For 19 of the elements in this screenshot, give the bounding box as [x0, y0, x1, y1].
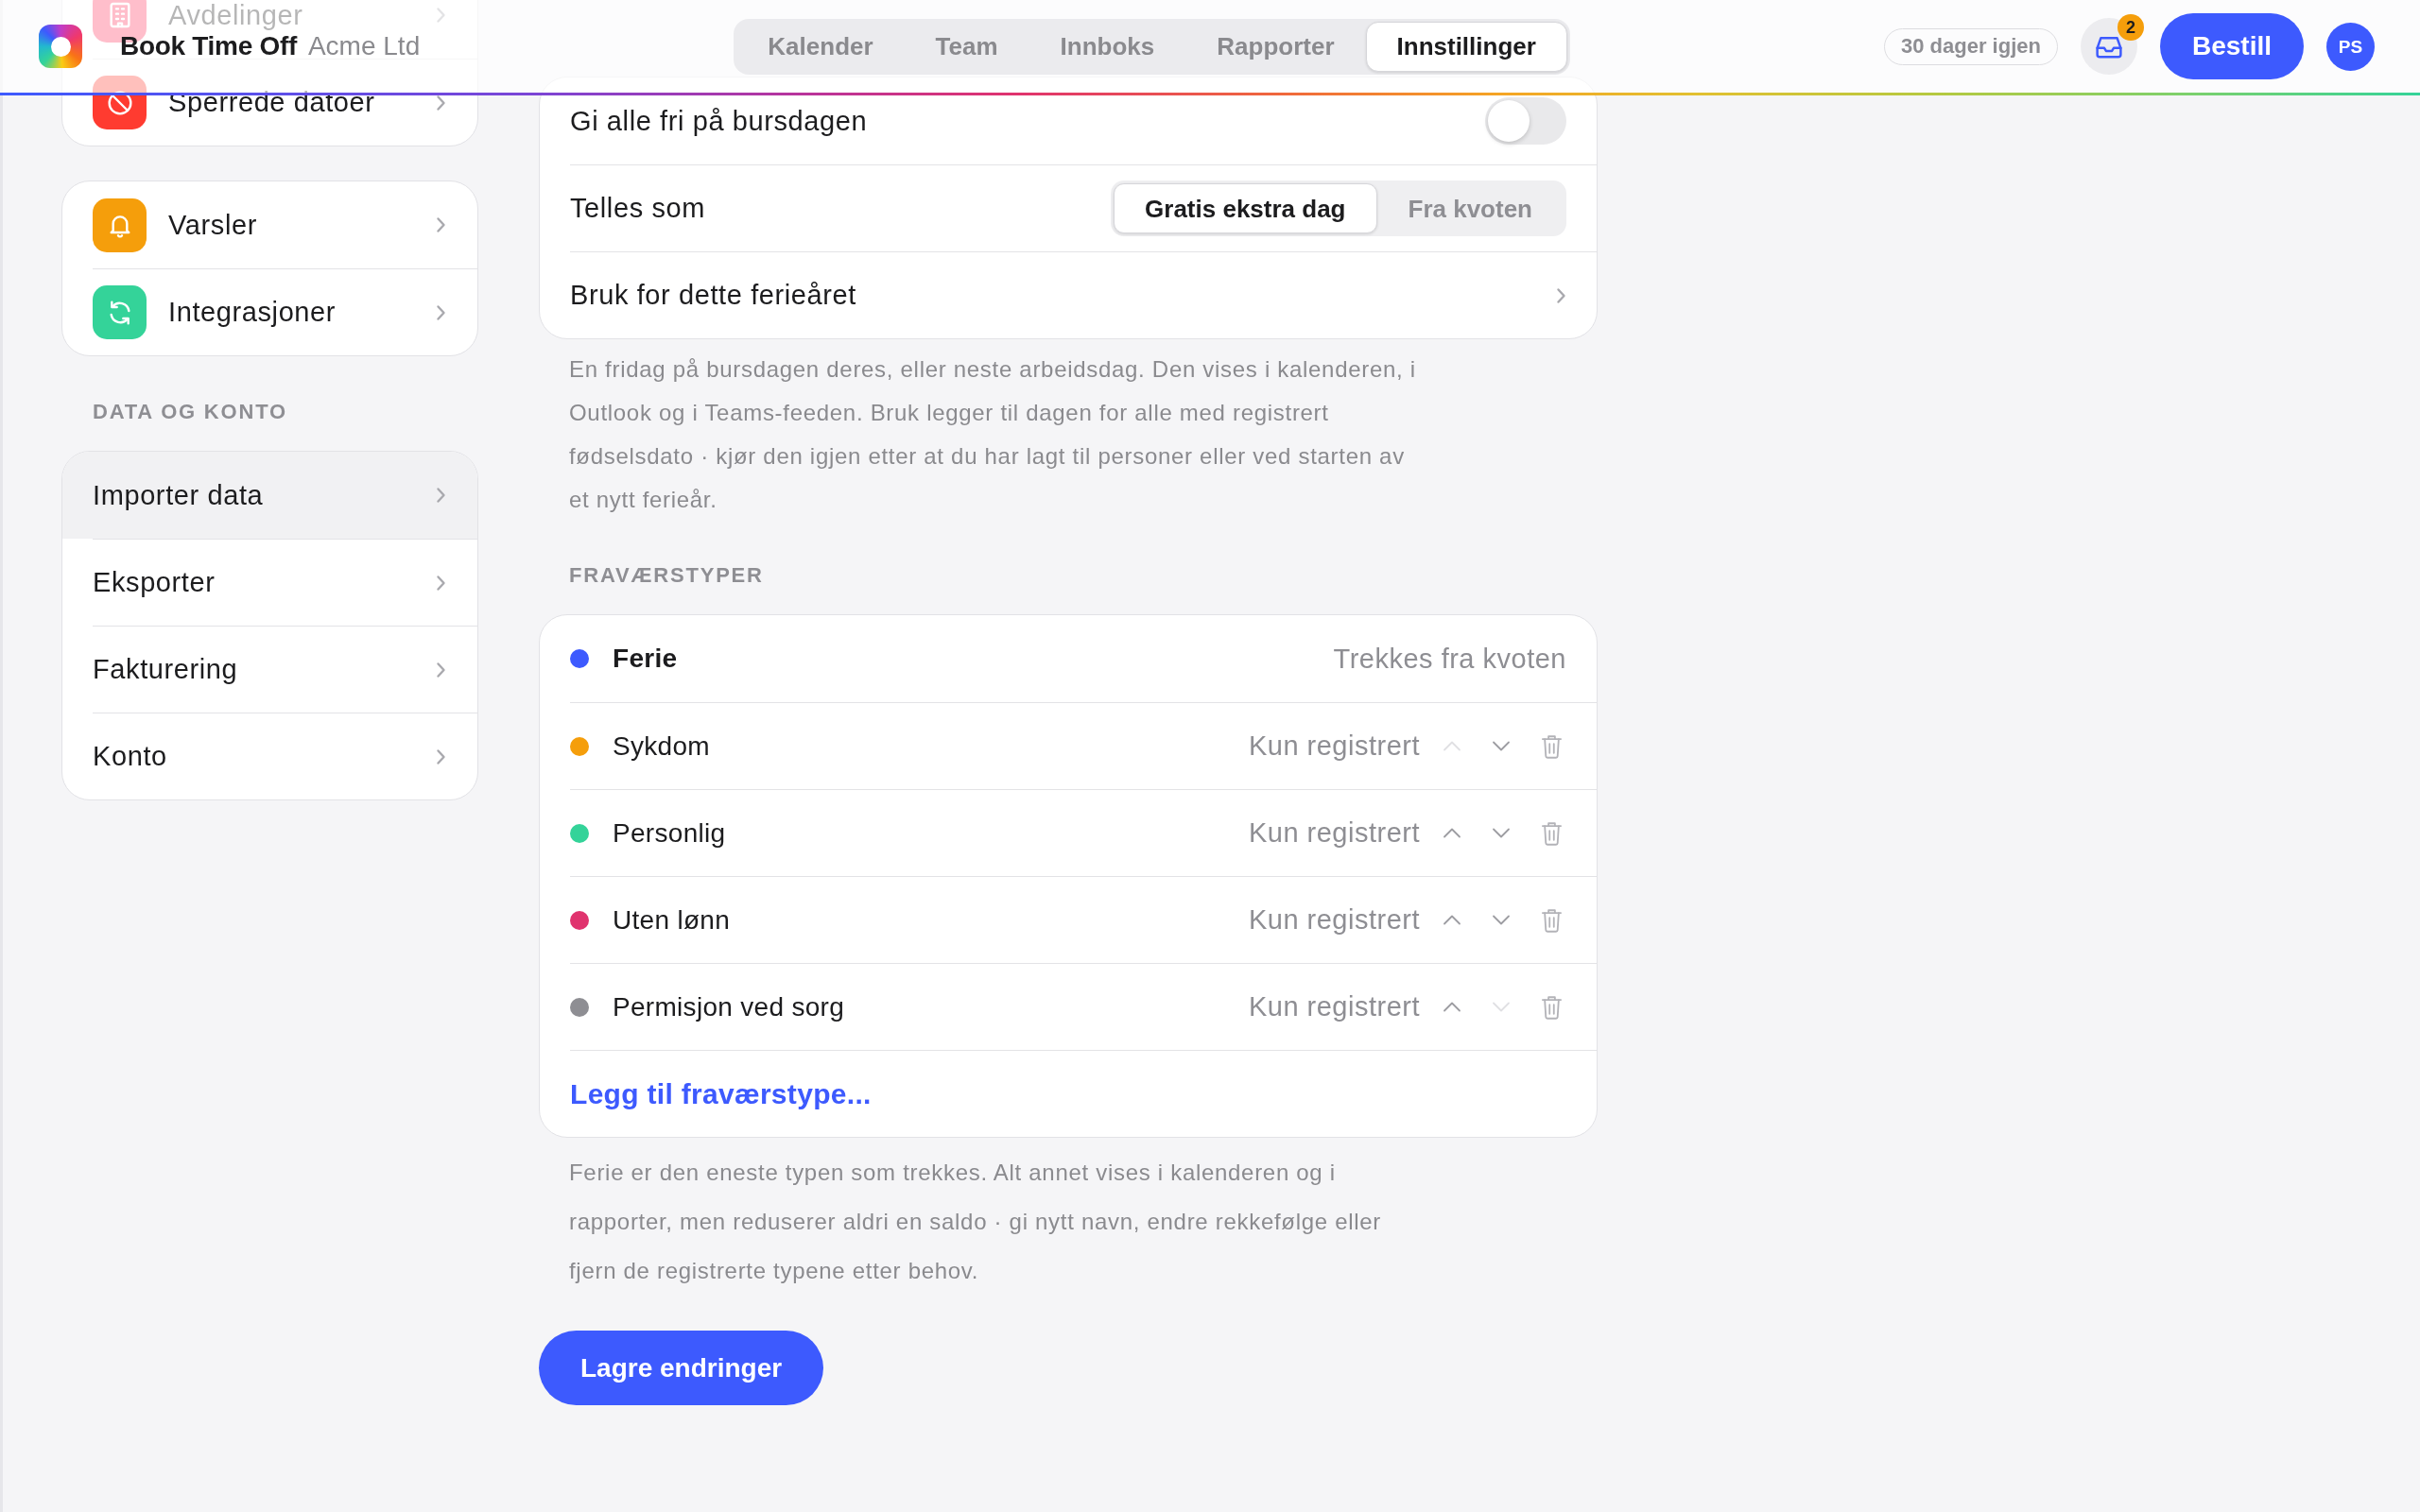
type-status: Kun registrert — [1248, 816, 1420, 850]
type-status: Trekkes fra kvoten — [1333, 642, 1566, 676]
type-name: Ferie — [613, 643, 679, 675]
setting-label: Telles som — [570, 192, 705, 225]
type-name: Personlig — [613, 816, 727, 850]
type-status: Kun registrert — [1248, 990, 1420, 1023]
type-name: Uten lønn — [613, 903, 732, 936]
type-status: Kun registrert — [1248, 730, 1420, 763]
company-name: Acme Ltd — [307, 31, 421, 61]
unread-count-badge: 2 — [2117, 14, 2144, 41]
app-name: Book Time Off — [120, 31, 297, 61]
section-heading: DATA OG KONTO — [93, 401, 288, 423]
setting-label: Gi alle fri på bursdagen — [570, 104, 868, 138]
help-text: Ferie er den eneste typen som trekkes. Alt annet vises i kalenderen og i rapporter, men reduserer aldri en saldo · gi nytt navn, endre rekkefølge eller fjern de registrerte typene etter behov. — [569, 1159, 1382, 1285]
section-heading: FRAVÆRSTYPER — [569, 564, 765, 587]
type-name: Sykdom — [613, 730, 711, 763]
help-text: En fridag på bursdagen deres, eller neste arbeidsdag. Den vises i kalenderen, i Outlook og i Teams-feeden. Bruk legger til dagen for alle med registrert fødselsdato · kjør den igjen etter at du har lagt til personer eller ved starten av et nytt ferieår. — [569, 355, 1417, 514]
type-name: Permisjon ved sorg — [613, 990, 846, 1023]
type-status: Kun registrert — [1248, 903, 1420, 936]
